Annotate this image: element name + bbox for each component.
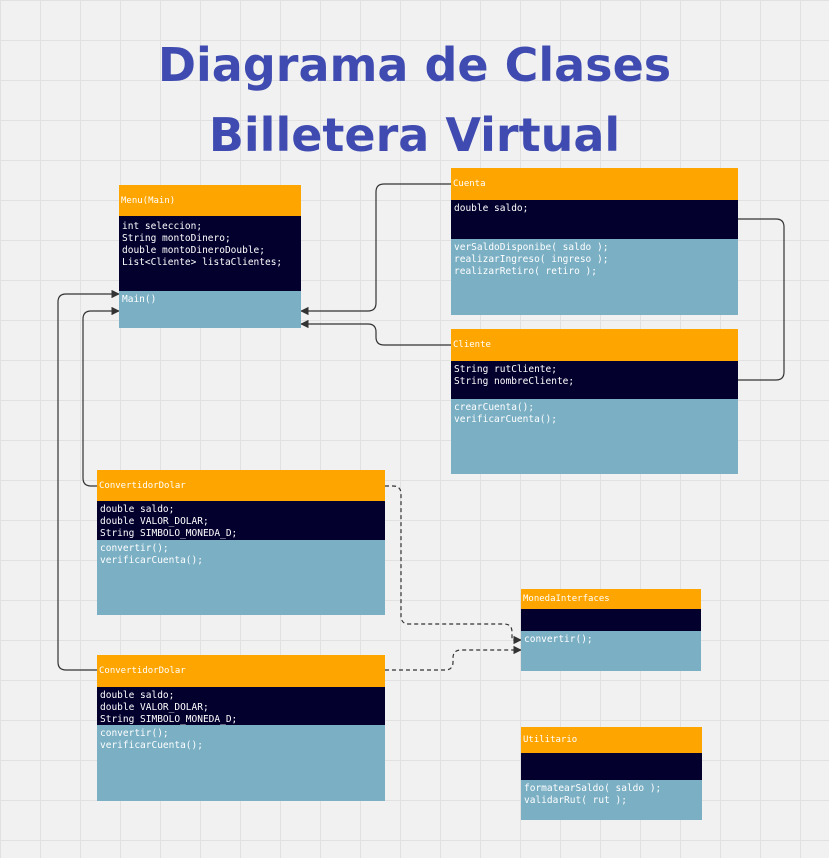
class-utilitario[interactable]: Utilitario formatearSaldo( saldo ); vali…	[521, 727, 702, 820]
class-convertidor-2-name: ConvertidorDolar	[97, 655, 385, 687]
attribute: List<Cliente> listaClientes;	[122, 257, 283, 268]
class-menu-name: Menu(Main)	[119, 185, 301, 216]
attribute: double VALOR_DOLAR;	[100, 516, 209, 527]
class-menu[interactable]: Menu(Main) int seleccion; String montoDi…	[119, 185, 301, 328]
method: verificarCuenta();	[100, 740, 203, 751]
class-convertidor-1-methods: convertir(); verificarCuenta();	[97, 540, 385, 615]
class-utilitario-attributes	[521, 753, 702, 780]
class-cuenta-name: Cuenta	[451, 168, 738, 200]
class-moneda-methods: convertir();	[521, 631, 701, 671]
class-cliente[interactable]: Cliente String rutCliente; String nombre…	[451, 329, 738, 474]
class-cuenta[interactable]: Cuenta double saldo; verSaldoDisponibe( …	[451, 168, 738, 315]
class-moneda-attributes	[521, 609, 701, 631]
method: verSaldoDisponibe( saldo );	[454, 242, 609, 253]
method: realizarRetiro( retiro );	[454, 266, 597, 277]
class-utilitario-name: Utilitario	[521, 727, 702, 753]
class-cliente-attributes: String rutCliente; String nombreCliente;	[451, 361, 738, 399]
attribute: int seleccion;	[122, 221, 203, 232]
class-convertidor-2-methods: convertir(); verificarCuenta();	[97, 725, 385, 801]
attribute: String SIMBOLO_MONEDA_D;	[100, 528, 238, 539]
class-convertidor-2-attributes: double saldo; double VALOR_DOLAR; String…	[97, 687, 385, 725]
method: verificarCuenta();	[454, 414, 557, 425]
method: realizarIngreso( ingreso );	[454, 254, 609, 265]
attribute: String rutCliente;	[454, 364, 557, 375]
class-convertidor-dolar-2[interactable]: ConvertidorDolar double saldo; double VA…	[97, 655, 385, 801]
attribute: double saldo;	[454, 203, 529, 214]
class-cuenta-attributes: double saldo;	[451, 200, 738, 239]
class-cliente-methods: crearCuenta(); verificarCuenta();	[451, 399, 738, 474]
method: validarRut( rut );	[524, 795, 627, 806]
class-cliente-name: Cliente	[451, 329, 738, 361]
class-convertidor-1-name: ConvertidorDolar	[97, 470, 385, 501]
class-menu-attributes: int seleccion; String montoDinero; doubl…	[119, 216, 301, 291]
class-convertidor-dolar-1[interactable]: ConvertidorDolar double saldo; double VA…	[97, 470, 385, 615]
method: verificarCuenta();	[100, 555, 203, 566]
method: crearCuenta();	[454, 402, 535, 413]
method: convertir();	[100, 543, 169, 554]
diagram-title-line-2: Billetera Virtual	[208, 108, 621, 162]
method: formatearSaldo( saldo );	[524, 783, 662, 794]
class-convertidor-1-attributes: double saldo; double VALOR_DOLAR; String…	[97, 501, 385, 540]
edge-convertidor1-to-moneda	[385, 485, 522, 645]
attribute: double saldo;	[100, 690, 175, 701]
method: Main()	[122, 294, 157, 305]
attribute: String montoDinero;	[122, 233, 231, 244]
class-moneda-name: MonedaInterfaces	[521, 589, 701, 609]
edge-convertidor1-to-menu	[82, 306, 120, 487]
class-utilitario-methods: formatearSaldo( saldo ); validarRut( rut…	[521, 780, 702, 820]
method: convertir();	[100, 728, 169, 739]
attribute: String nombreCliente;	[454, 376, 575, 387]
method: convertir();	[524, 634, 593, 645]
class-cuenta-methods: verSaldoDisponibe( saldo ); realizarIngr…	[451, 239, 738, 315]
class-moneda-interfaces[interactable]: MonedaInterfaces convertir();	[521, 589, 701, 671]
edge-cuenta-to-menu	[300, 183, 451, 316]
edge-cuenta-cliente	[738, 218, 785, 381]
edge-cliente-to-menu	[300, 319, 451, 346]
class-menu-methods: Main()	[119, 291, 301, 328]
attribute: double saldo;	[100, 504, 175, 515]
diagram-title-line-1: Diagrama de Clases	[157, 38, 672, 92]
attribute: double montoDineroDouble;	[122, 245, 265, 256]
attribute: double VALOR_DOLAR;	[100, 702, 209, 713]
edge-convertidor2-to-moneda	[385, 645, 522, 671]
